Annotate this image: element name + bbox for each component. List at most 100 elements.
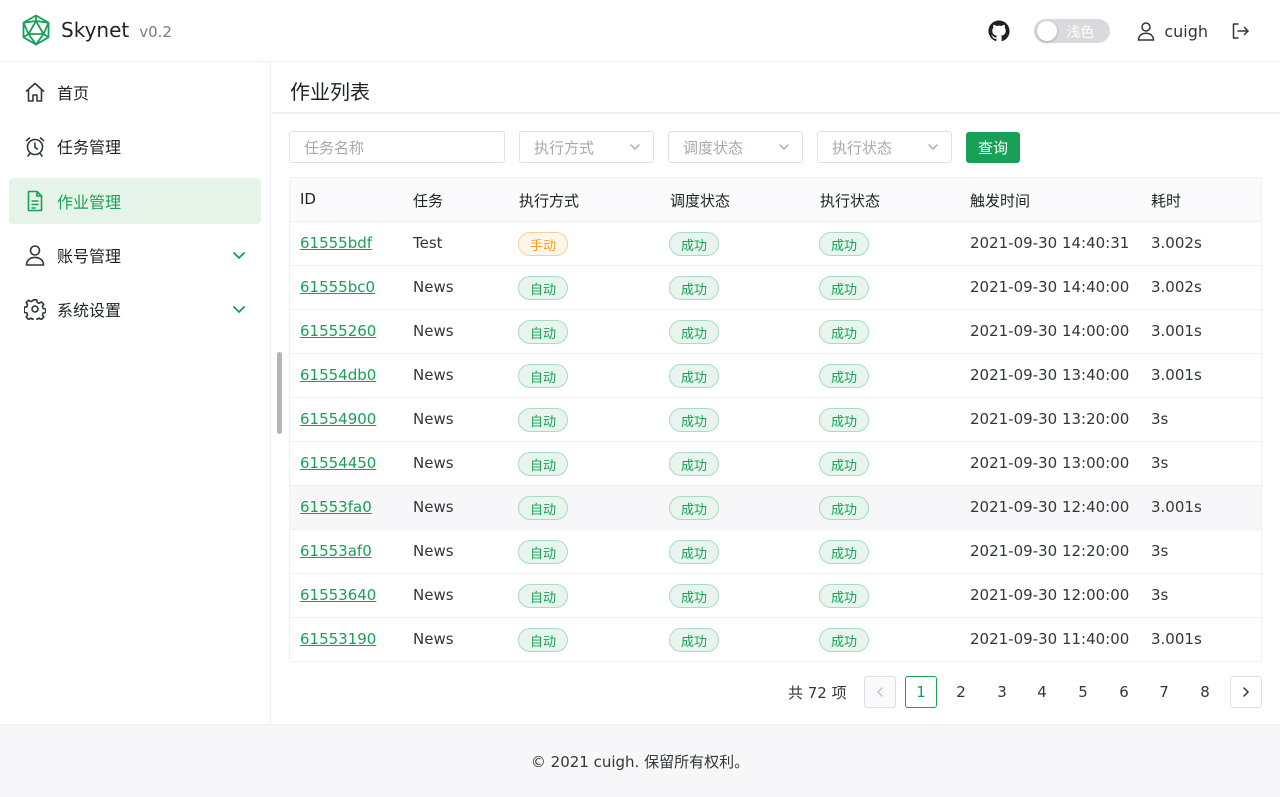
dispatch-status-tag: 成功 [669,276,720,300]
dispatch-status-select[interactable]: 调度状态 [668,131,803,163]
theme-toggle[interactable]: 浅色 [1034,19,1111,43]
chevron-down-icon [928,144,938,150]
job-id-link[interactable]: 61553fa0 [300,498,372,516]
user-menu[interactable]: cuigh [1136,21,1208,41]
job-id-link[interactable]: 61554900 [300,410,376,428]
page-button[interactable]: 3 [986,676,1018,708]
dispatch-status-tag: 成功 [669,232,720,256]
mode-tag: 自动 [518,496,569,520]
table-row[interactable]: 61553fa0 News 自动 成功 成功 2021-09-30 12:40:00 3.0… [290,486,1261,530]
sidebar-item-home[interactable]: 首页 [9,69,261,115]
job-id-link[interactable]: 61554450 [300,454,376,472]
task-name-input[interactable]: 任务名称 [289,131,505,163]
chevron-right-icon [1243,687,1250,697]
dispatch-status-tag: 成功 [669,628,720,652]
chevron-down-icon[interactable] [231,301,247,317]
table-row[interactable]: 61555bc0 News 自动 成功 成功 2021-09-30 14:40:00 3.0… [290,266,1261,310]
page-button[interactable]: 1 [905,676,937,708]
duration: 3.001s [1151,366,1202,384]
job-id-link[interactable]: 61553af0 [300,542,372,560]
search-button[interactable]: 查询 [966,132,1020,163]
duration: 3s [1151,542,1169,560]
chevron-down-icon[interactable] [231,247,247,263]
trigger-time: 2021-09-30 14:40:00 [970,278,1130,296]
column-header[interactable]: 执行方式 [519,190,579,211]
column-header[interactable]: ID [300,190,316,208]
job-id-link[interactable]: 61555bdf [300,234,372,252]
dispatch-status-tag: 成功 [669,320,720,344]
table-row[interactable]: 61553af0 News 自动 成功 成功 2021-09-30 12:20:00 3s [290,530,1261,574]
brand[interactable]: Skynet v0.2 [20,14,172,46]
job-id-link[interactable]: 61555260 [300,322,376,340]
skynet-logo-icon [22,14,50,46]
next-page-button[interactable] [1230,676,1262,708]
table-row[interactable]: 61554900 News 自动 成功 成功 2021-09-30 13:20:00 3s [290,398,1261,442]
trigger-time: 2021-09-30 13:20:00 [970,410,1130,428]
exec-status-tag: 成功 [819,408,870,432]
duration: 3s [1151,454,1169,472]
page-button[interactable]: 6 [1108,676,1140,708]
column-header[interactable]: 调度状态 [670,190,730,211]
task-name: News [413,630,454,648]
table-row[interactable]: 61555260 News 自动 成功 成功 2021-09-30 14:00:00 3.0… [290,310,1261,354]
sidebar-item-label: 任务管理 [57,138,122,157]
page-button[interactable]: 8 [1189,676,1221,708]
table-row[interactable]: 61554db0 News 自动 成功 成功 2021-09-30 13:40:00 3.0… [290,354,1261,398]
prev-page-button[interactable] [864,676,896,708]
mode-tag: 自动 [518,408,569,432]
sidebar-item-settings[interactable]: 系统设置 [9,286,261,332]
job-id-link[interactable]: 61555bc0 [300,278,375,296]
dispatch-status-tag: 成功 [669,452,720,476]
duration: 3.002s [1151,234,1202,252]
theme-label: 浅色 [1066,25,1095,41]
job-id-link[interactable]: 61553640 [300,586,376,604]
trigger-time: 2021-09-30 14:40:31 [970,234,1130,252]
sidebar-item-jobs[interactable]: 作业管理 [9,178,261,224]
sidebar-item-accounts[interactable]: 账号管理 [9,232,261,278]
sidebar-item-tasks[interactable]: 任务管理 [9,123,261,169]
table-row[interactable]: 61553190 News 自动 成功 成功 2021-09-30 11:40:00 3.0… [290,618,1261,661]
duration: 3.001s [1151,630,1202,648]
duration: 3s [1151,410,1169,428]
duration: 3s [1151,586,1169,604]
page-button[interactable]: 2 [945,676,977,708]
task-name: News [413,410,454,428]
trigger-time: 2021-09-30 12:20:00 [970,542,1130,560]
trigger-time: 2021-09-30 13:40:00 [970,366,1130,384]
trigger-time: 2021-09-30 14:00:00 [970,322,1130,340]
column-header[interactable]: 耗时 [1151,190,1181,211]
dispatch-status-tag: 成功 [669,584,720,608]
mode-tag: 自动 [518,320,569,344]
chevron-down-icon [779,144,789,150]
table-row[interactable]: 61555bdf Test 手动 成功 成功 2021-09-30 14:40:31 3.0… [290,222,1261,266]
table-row[interactable]: 61553640 News 自动 成功 成功 2021-09-30 12:00:00 3s [290,574,1261,618]
job-id-link[interactable]: 61554db0 [300,366,376,384]
footer: © 2021 cuigh. 保留所有权利。 [0,724,1280,797]
column-header[interactable]: 执行状态 [820,190,880,211]
task-name: News [413,498,454,516]
task-name: News [413,322,454,340]
dispatch-status-tag: 成功 [669,408,720,432]
username: cuigh [1164,21,1208,41]
page-button[interactable]: 5 [1067,676,1099,708]
github-icon[interactable] [988,20,1010,42]
table-row[interactable]: 61554450 News 自动 成功 成功 2021-09-30 13:00:00 3s [290,442,1261,486]
page-button[interactable]: 7 [1148,676,1180,708]
brand-name: Skynet [61,18,130,42]
exec-status-select[interactable]: 执行状态 [817,131,952,163]
column-header[interactable]: 触发时间 [970,190,1030,211]
page-button[interactable]: 4 [1026,676,1058,708]
sidebar-item-label: 作业管理 [57,193,122,212]
column-header[interactable]: 任务 [413,190,443,211]
exec-status-tag: 成功 [819,540,870,564]
mode-select[interactable]: 执行方式 [519,131,654,163]
logout-icon[interactable] [1230,21,1250,41]
user-icon [1138,22,1155,41]
copyright: © 2021 cuigh. 保留所有权利。 [530,752,750,771]
job-id-link[interactable]: 61553190 [300,630,376,648]
sidebar-scrollbar[interactable] [277,352,282,434]
brand-version: v0.2 [139,23,172,41]
mode-tag: 自动 [518,584,569,608]
trigger-time: 2021-09-30 11:40:00 [970,630,1130,648]
title-divider [272,112,1280,114]
